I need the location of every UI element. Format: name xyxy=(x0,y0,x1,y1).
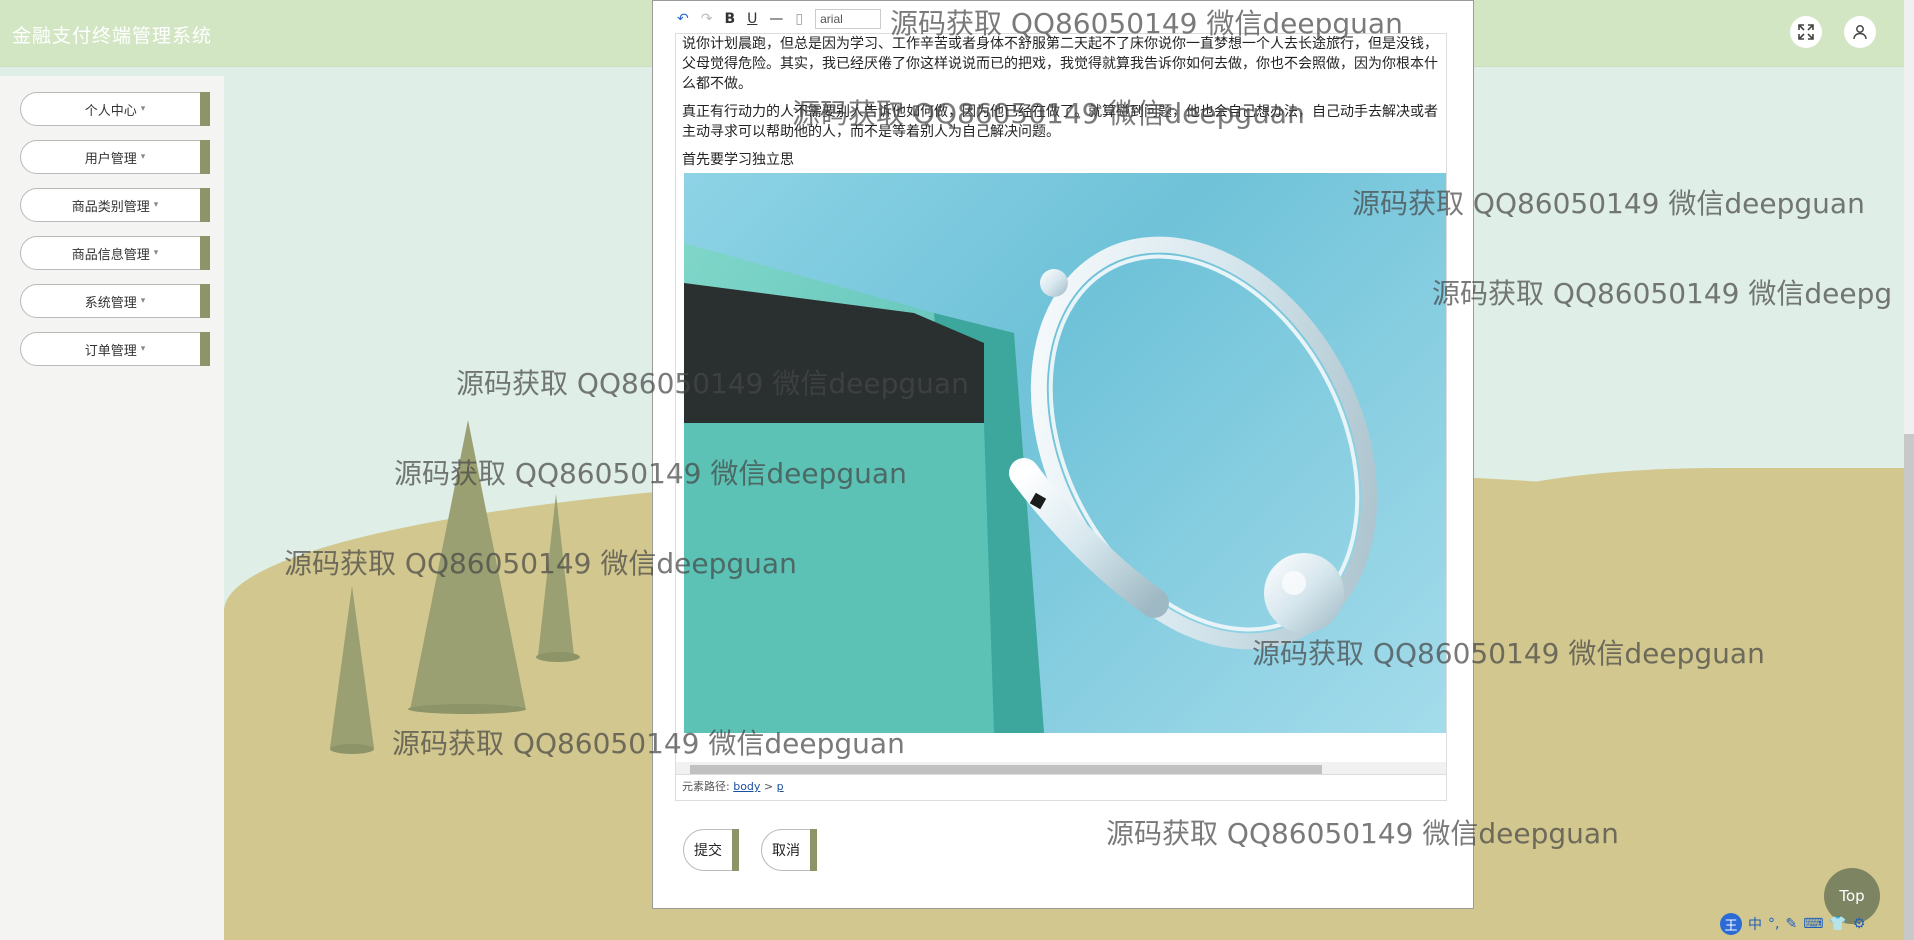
chevron-down-icon: ▾ xyxy=(140,104,146,114)
font-family-select[interactable]: arial xyxy=(815,9,882,29)
editor-toolbar: ↶ ↷ B U — ▯ arial xyxy=(677,5,1467,33)
editor-paragraph: 真正有行动力的人不需要别人告诉他如何做，因为他已经在做了。就算碰到问题，他也会自… xyxy=(682,104,1438,140)
sidebar-item-user-management[interactable]: 用户管理 ▾ xyxy=(20,140,210,174)
product-image xyxy=(684,173,1446,733)
ime-toolbar: 王 中 °, ✎ ⌨ 👕 ⚙ xyxy=(1720,912,1865,936)
bold-icon[interactable]: B xyxy=(724,11,735,27)
path-link-p[interactable]: p xyxy=(777,780,784,793)
underline-icon[interactable]: U xyxy=(747,11,757,27)
editor-paragraph: 首先要学习独立思 xyxy=(682,152,794,168)
horizontal-scrollbar[interactable] xyxy=(676,762,1446,774)
app-title: 金融支付终端管理系统 xyxy=(12,25,213,47)
cancel-button[interactable]: 取消 xyxy=(761,829,817,871)
punctuation-icon[interactable]: °, xyxy=(1768,916,1779,932)
chevron-down-icon: ▾ xyxy=(140,296,146,306)
tree-base xyxy=(408,704,526,714)
horizontal-rule-icon[interactable]: — xyxy=(769,11,783,27)
settings-icon[interactable]: ⚙ xyxy=(1853,916,1866,932)
path-separator: > xyxy=(763,780,774,793)
chevron-down-icon: ▾ xyxy=(140,344,146,354)
sidebar-item-label: 订单管理 xyxy=(84,343,137,359)
pen-icon[interactable]: ✎ xyxy=(1785,916,1797,932)
element-path-bar: 元素路径: body > p xyxy=(675,775,1447,801)
skin-icon[interactable]: 👕 xyxy=(1829,916,1846,932)
user-icon[interactable] xyxy=(1844,16,1876,48)
ime-logo-icon[interactable]: 王 xyxy=(1720,913,1742,935)
rich-text-editor[interactable]: 说你计划晨跑，但总是因为学习、工作辛苦或者身体不舒服第二天起不了床你说你一直梦想… xyxy=(675,33,1447,775)
chevron-down-icon: ▾ xyxy=(140,152,146,162)
sidebar-item-label: 用户管理 xyxy=(84,151,137,167)
undo-icon[interactable]: ↶ xyxy=(677,11,689,27)
chevron-down-icon: ▾ xyxy=(153,200,159,210)
sidebar-item-label: 商品信息管理 xyxy=(71,247,150,263)
tree-decoration xyxy=(538,494,574,656)
page-scrollbar-thumb[interactable] xyxy=(1904,434,1914,940)
submit-button[interactable]: 提交 xyxy=(683,829,739,871)
sidebar-item-category-management[interactable]: 商品类别管理 ▾ xyxy=(20,188,210,222)
sidebar: 个人中心 ▾ 用户管理 ▾ 商品类别管理 ▾ 商品信息管理 ▾ 系统管理 ▾ 订单管理 ▾ xyxy=(0,76,224,940)
scrollbar-thumb[interactable] xyxy=(690,765,1322,774)
sidebar-item-label: 商品类别管理 xyxy=(71,199,150,215)
background-hill-right xyxy=(1420,468,1914,940)
tree-decoration xyxy=(410,420,526,710)
chevron-down-icon: ▾ xyxy=(153,248,159,258)
sidebar-item-label: 系统管理 xyxy=(84,295,137,311)
document-icon[interactable]: ▯ xyxy=(795,11,803,27)
ime-lang-toggle[interactable]: 中 xyxy=(1748,914,1762,934)
tree-base xyxy=(330,744,374,754)
keyboard-icon[interactable]: ⌨ xyxy=(1803,916,1823,932)
sidebar-item-system-management[interactable]: 系统管理 ▾ xyxy=(20,284,210,318)
sidebar-item-personal-center[interactable]: 个人中心 ▾ xyxy=(20,92,210,126)
tree-base xyxy=(536,652,580,662)
element-path-label: 元素路径: xyxy=(682,780,730,793)
tree-decoration xyxy=(330,586,374,748)
sidebar-item-label: 个人中心 xyxy=(84,103,137,119)
sidebar-item-product-management[interactable]: 商品信息管理 ▾ xyxy=(20,236,210,270)
edit-modal: ↶ ↷ B U — ▯ arial 说你计划晨跑，但总是因为学习、工作辛苦或者身… xyxy=(652,0,1474,909)
redo-icon[interactable]: ↷ xyxy=(701,11,713,27)
editor-paragraph: 说你计划晨跑，但总是因为学习、工作辛苦或者身体不舒服第二天起不了床你说你一直梦想… xyxy=(682,36,1438,92)
path-link-body[interactable]: body xyxy=(733,780,760,793)
sidebar-item-order-management[interactable]: 订单管理 ▾ xyxy=(20,332,210,366)
watermark-text: 源码获取 QQ86050149 微信deepg xyxy=(1432,277,1893,310)
expand-icon[interactable] xyxy=(1790,16,1822,48)
